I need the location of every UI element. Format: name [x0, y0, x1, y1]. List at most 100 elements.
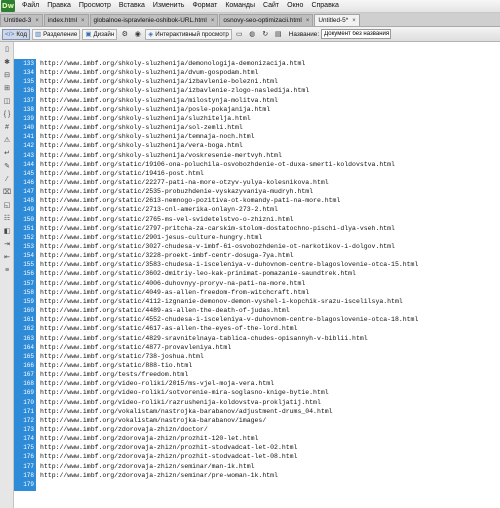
code-line[interactable]: http://www.imbf.org/shkoly-sluzhenija/vo… — [40, 152, 282, 160]
design-view-button[interactable]: ▣ Дизайн — [82, 28, 118, 40]
code-line[interactable]: http://www.imbf.org/shkoly-sluzhenija/te… — [40, 133, 255, 141]
line-numbers-icon[interactable]: # — [2, 123, 12, 132]
syntax-error-icon[interactable]: ✎ — [2, 162, 12, 171]
expand-all-icon[interactable]: ⊞ — [2, 84, 12, 93]
code-line[interactable]: http://www.imbf.org/vokalistam/nastrojka… — [40, 417, 266, 425]
code-line[interactable]: http://www.imbf.org/video-roliki/razrush… — [40, 399, 321, 407]
code-line[interactable]: http://www.imbf.org/static/2797-pritcha-… — [40, 225, 395, 233]
code-line[interactable]: http://www.imbf.org/zdorovaja-zhizn/proz… — [40, 435, 258, 443]
code-line[interactable]: http://www.imbf.org/shkoly-sluzhenija/po… — [40, 106, 270, 114]
code-line[interactable]: http://www.imbf.org/static/2765-ms-vel-s… — [40, 216, 294, 224]
code-line[interactable]: http://www.imbf.org/static/888-tio.html — [40, 362, 192, 370]
split-view-button[interactable]: ▥ Разделение — [31, 28, 81, 40]
code-line[interactable]: http://www.imbf.org/static/19106-ona-pol… — [40, 161, 395, 169]
line-number: 172 — [23, 416, 34, 424]
code-line[interactable]: http://www.imbf.org/tests/freedom.html — [40, 371, 188, 379]
close-icon[interactable]: × — [35, 18, 39, 24]
close-icon[interactable]: × — [211, 18, 215, 24]
menu-view[interactable]: Просмотр — [75, 0, 115, 12]
code-line[interactable]: http://www.imbf.org/shkoly-sluzhenija/iz… — [40, 87, 309, 95]
code-line[interactable]: http://www.imbf.org/shkoly-sluzhenija/ve… — [40, 142, 243, 150]
open-documents-icon[interactable]: ▯ — [2, 45, 12, 54]
options-icon[interactable]: ▤ — [273, 29, 284, 40]
code-line[interactable]: http://www.imbf.org/static/4112-izgnanie… — [40, 298, 403, 306]
menu-insert[interactable]: Вставка — [115, 0, 149, 12]
code-line[interactable]: http://www.imbf.org/shkoly-sluzhenija/iz… — [40, 78, 278, 86]
balance-braces-icon[interactable]: { } — [2, 110, 12, 119]
collapse-selection-icon[interactable]: ⊟ — [2, 71, 12, 80]
line-number: 161 — [23, 316, 34, 324]
code-line[interactable]: http://www.imbf.org/shkoly-sluzhenija/de… — [40, 60, 305, 68]
code-line[interactable]: http://www.imbf.org/shkoly-sluzhenija/so… — [40, 124, 243, 132]
code-line[interactable]: http://www.imbf.org/static/3583-chudesa-… — [40, 261, 418, 269]
code-line[interactable]: http://www.imbf.org/static/22277-pati-na… — [40, 179, 329, 187]
menu-edit[interactable]: Правка — [43, 0, 75, 12]
format-source-icon[interactable]: ≡ — [2, 266, 12, 275]
close-icon[interactable]: × — [352, 18, 356, 24]
code-line[interactable]: http://www.imbf.org/static/4006-duhovnyy… — [40, 280, 305, 288]
code-line[interactable]: http://www.imbf.org/zdorovaja-zhizn/semi… — [40, 472, 278, 480]
code-line[interactable]: http://www.imbf.org/static/2901-jesus-cu… — [40, 234, 262, 242]
close-icon[interactable]: × — [81, 18, 85, 24]
live-code-icon[interactable]: ⚙ — [119, 29, 130, 40]
code-line[interactable]: http://www.imbf.org/static/4049-as-allen… — [40, 289, 309, 297]
word-wrap-icon[interactable]: ↵ — [2, 149, 12, 158]
code-line[interactable]: http://www.imbf.org/static/4617-as-allen… — [40, 325, 297, 333]
code-line[interactable]: http://www.imbf.org/static/4877-provavle… — [40, 344, 231, 352]
menu-window[interactable]: Окно — [283, 0, 307, 12]
tab-globalnoe-ispravlenie[interactable]: globalnoe-ispravlenie-oshibok-URL.html × — [89, 14, 219, 26]
collapse-tag-icon[interactable]: ✱ — [2, 58, 12, 67]
code-line[interactable]: http://www.imbf.org/zdorovaja-zhizn/proz… — [40, 444, 297, 452]
code-line[interactable]: http://www.imbf.org/static/2613-nemnogo-… — [40, 197, 340, 205]
code-line[interactable]: http://www.imbf.org/static/4489-as-allen… — [40, 307, 290, 315]
multiscreen-icon[interactable]: ▭ — [234, 29, 245, 40]
menu-file[interactable]: Файл — [18, 0, 43, 12]
menu-modify[interactable]: Изменить — [149, 0, 189, 12]
live-view-button[interactable]: ◈ Интерактивный просмотр — [145, 28, 232, 40]
code-line[interactable]: http://www.imbf.org/static/4552-chudesa-… — [40, 316, 418, 324]
outdent-icon[interactable]: ⇤ — [2, 253, 12, 262]
code-line[interactable]: http://www.imbf.org/shkoly-sluzhenija/dv… — [40, 69, 258, 77]
code-line[interactable]: http://www.imbf.org/static/3602-dmitriy-… — [40, 270, 356, 278]
document-title-input[interactable] — [321, 29, 392, 39]
code-line[interactable]: http://www.imbf.org/video-roliki/sotvore… — [40, 389, 329, 397]
apply-comment-icon[interactable]: ⁄ — [2, 175, 12, 184]
browser-preview-icon[interactable]: ◍ — [247, 29, 258, 40]
menu-site[interactable]: Сайт — [259, 0, 283, 12]
code-line[interactable]: http://www.imbf.org/shkoly-sluzhenija/sl… — [40, 115, 251, 123]
tab-index-html[interactable]: index.html × — [43, 14, 89, 26]
menu-format[interactable]: Формат — [188, 0, 221, 12]
indent-icon[interactable]: ⇥ — [2, 240, 12, 249]
menu-commands[interactable]: Команды — [221, 0, 259, 12]
tab-untitled-3[interactable]: Untitled-3 × — [0, 14, 43, 26]
code-line[interactable]: http://www.imbf.org/video-roliki/2015/ms… — [40, 380, 274, 388]
line-number: 146 — [23, 178, 34, 186]
app-logo[interactable]: Dw — [1, 0, 15, 12]
wrap-tag-icon[interactable]: ◱ — [2, 201, 12, 210]
inspect-icon[interactable]: ◉ — [132, 29, 143, 40]
code-line[interactable]: http://www.imbf.org/static/3228-proekt-i… — [40, 252, 294, 260]
remove-comment-icon[interactable]: ⌧ — [2, 188, 12, 197]
tab-osnovy-seo[interactable]: osnovy-seo-optimizacii.html × — [219, 14, 314, 26]
highlight-invalid-icon[interactable]: ⚠ — [2, 136, 12, 145]
code-line[interactable]: http://www.imbf.org/zdorovaja-zhizn/semi… — [40, 463, 255, 471]
code-view-button[interactable]: </> Код — [2, 28, 30, 40]
close-icon[interactable]: × — [306, 18, 310, 24]
code-line[interactable]: http://www.imbf.org/static/3027-chudesa-… — [40, 243, 395, 251]
tab-untitled-5[interactable]: Untitled-5* × — [314, 14, 360, 26]
code-line[interactable]: http://www.imbf.org/static/4829-sravnite… — [40, 335, 368, 343]
code-line[interactable]: http://www.imbf.org/vokalistam/nastrojka… — [40, 408, 333, 416]
code-line[interactable]: http://www.imbf.org/zdorovaja-zhizn/doct… — [40, 426, 208, 434]
code-editor[interactable]: ▯ ✱ ⊟ ⊞ ◫ { } # ⚠ ↵ ✎ ⁄ ⌧ ◱ ☷ ◧ ⇥ ⇤ ≡ 13… — [0, 42, 500, 508]
select-parent-tag-icon[interactable]: ◫ — [2, 97, 12, 106]
code-line[interactable]: http://www.imbf.org/shkoly-sluzhenija/mi… — [40, 97, 278, 105]
move-css-icon[interactable]: ◧ — [2, 227, 12, 236]
recent-snippets-icon[interactable]: ☷ — [2, 214, 12, 223]
refresh-icon[interactable]: ↻ — [260, 29, 271, 40]
menu-help[interactable]: Справка — [307, 0, 342, 12]
code-line[interactable]: http://www.imbf.org/static/19416-post.ht… — [40, 170, 204, 178]
code-line[interactable]: http://www.imbf.org/static/738-joshua.ht… — [40, 353, 204, 361]
code-line[interactable]: http://www.imbf.org/static/2713-cnl-amer… — [40, 206, 278, 214]
code-line[interactable]: http://www.imbf.org/static/2535-probuzhd… — [40, 188, 313, 196]
code-line[interactable]: http://www.imbf.org/zdorovaja-zhizn/proz… — [40, 453, 297, 461]
